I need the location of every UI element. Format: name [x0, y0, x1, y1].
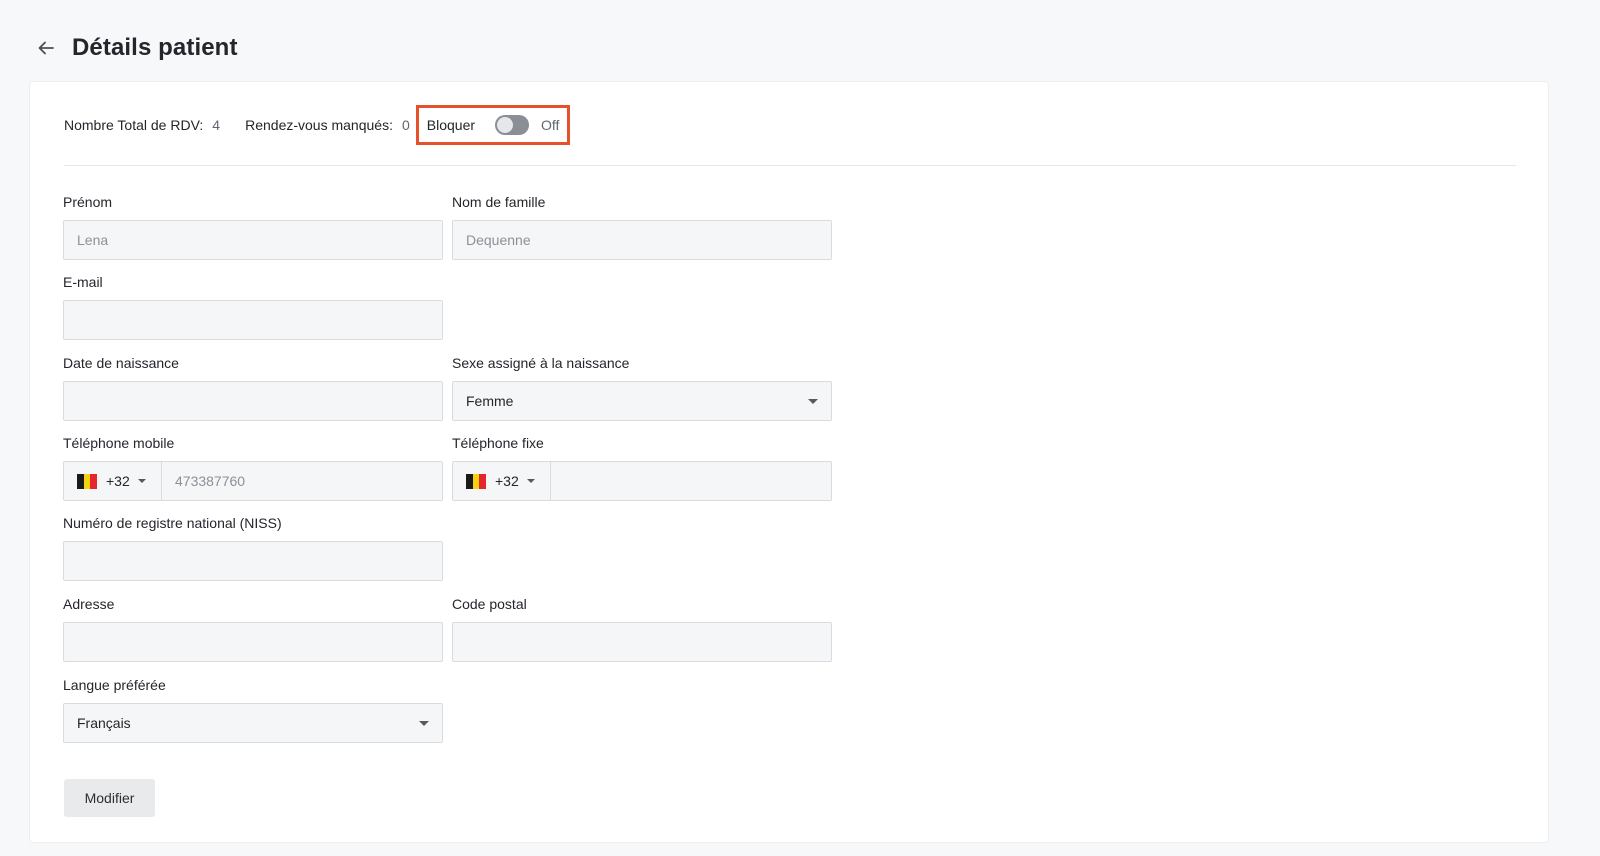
mobile-number-placeholder: 473387760	[175, 473, 246, 489]
patient-details-card: Nombre Total de RDV: 4 Rendez-vous manqu…	[29, 81, 1549, 843]
missed-appointments-value: 0	[401, 117, 410, 133]
caret-down-icon	[137, 479, 146, 483]
block-label: Bloquer	[426, 117, 476, 133]
landline-phone-field: Téléphone fixe +32	[452, 433, 832, 501]
back-button[interactable]	[34, 36, 58, 60]
arrow-left-icon	[38, 41, 54, 55]
total-appointments-value: 4	[212, 117, 221, 133]
last-name-input[interactable]: Dequenne	[452, 220, 832, 260]
toggle-knob	[497, 117, 514, 133]
email-field: E-mail	[63, 272, 443, 340]
language-select[interactable]: Français	[63, 703, 443, 743]
address-field: Adresse	[63, 594, 443, 662]
mobile-number-input[interactable]: 473387760	[162, 462, 442, 500]
sex-field: Sexe assigné à la naissance Femme	[452, 353, 832, 421]
caret-down-icon	[419, 720, 429, 726]
landline-phone-label: Téléphone fixe	[452, 435, 544, 451]
sex-selected-value: Femme	[466, 393, 514, 409]
language-label: Langue préférée	[63, 677, 166, 693]
page-header: Détails patient	[34, 30, 238, 66]
landline-country-code-select[interactable]: +32	[453, 462, 551, 500]
divider	[64, 165, 1516, 166]
address-label: Adresse	[63, 596, 115, 612]
postal-code-field: Code postal	[452, 594, 832, 662]
niss-input[interactable]	[63, 541, 443, 581]
mobile-phone-field: Téléphone mobile +32 473387760	[63, 433, 443, 501]
landline-number-input[interactable]	[551, 462, 831, 500]
last-name-placeholder: Dequenne	[466, 232, 531, 248]
caret-down-icon	[808, 398, 818, 404]
language-field: Langue préférée Français	[63, 675, 443, 743]
mobile-country-code-select[interactable]: +32	[64, 462, 162, 500]
niss-field: Numéro de registre national (NISS)	[63, 513, 443, 581]
total-appointments-label: Nombre Total de RDV:	[64, 117, 204, 133]
postal-code-input[interactable]	[452, 622, 832, 662]
patient-stats-bar: Nombre Total de RDV: 4 Rendez-vous manqu…	[64, 105, 571, 145]
last-name-field: Nom de famille Dequenne	[452, 192, 832, 260]
niss-label: Numéro de registre national (NISS)	[63, 515, 282, 531]
landline-dial-code: +32	[495, 473, 519, 489]
first-name-field: Prénom Lena	[63, 192, 443, 260]
block-toggle-group: Bloquer Off	[415, 105, 571, 145]
last-name-label: Nom de famille	[452, 194, 546, 210]
mobile-phone-label: Téléphone mobile	[63, 435, 175, 451]
belgium-flag-icon	[77, 473, 98, 489]
belgium-flag-icon	[466, 473, 487, 489]
language-selected-value: Français	[77, 715, 131, 731]
first-name-placeholder: Lena	[77, 232, 109, 248]
page-title: Détails patient	[72, 34, 238, 61]
modify-button[interactable]: Modifier	[64, 779, 155, 817]
block-state-text: Off	[541, 117, 560, 133]
caret-down-icon	[526, 479, 535, 483]
landline-phone-input-group: +32	[452, 461, 832, 501]
missed-appointments-label: Rendez-vous manqués:	[245, 117, 393, 133]
postal-code-label: Code postal	[452, 596, 527, 612]
first-name-label: Prénom	[63, 194, 113, 210]
birth-date-input[interactable]	[63, 381, 443, 421]
email-input[interactable]	[63, 300, 443, 340]
block-toggle[interactable]	[495, 115, 530, 135]
mobile-dial-code: +32	[106, 473, 130, 489]
birth-date-field: Date de naissance	[63, 353, 443, 421]
mobile-phone-input-group: +32 473387760	[63, 461, 443, 501]
sex-select[interactable]: Femme	[452, 381, 832, 421]
first-name-input[interactable]: Lena	[63, 220, 443, 260]
sex-label: Sexe assigné à la naissance	[452, 355, 630, 371]
address-input[interactable]	[63, 622, 443, 662]
birth-date-label: Date de naissance	[63, 355, 179, 371]
email-label: E-mail	[63, 274, 103, 290]
